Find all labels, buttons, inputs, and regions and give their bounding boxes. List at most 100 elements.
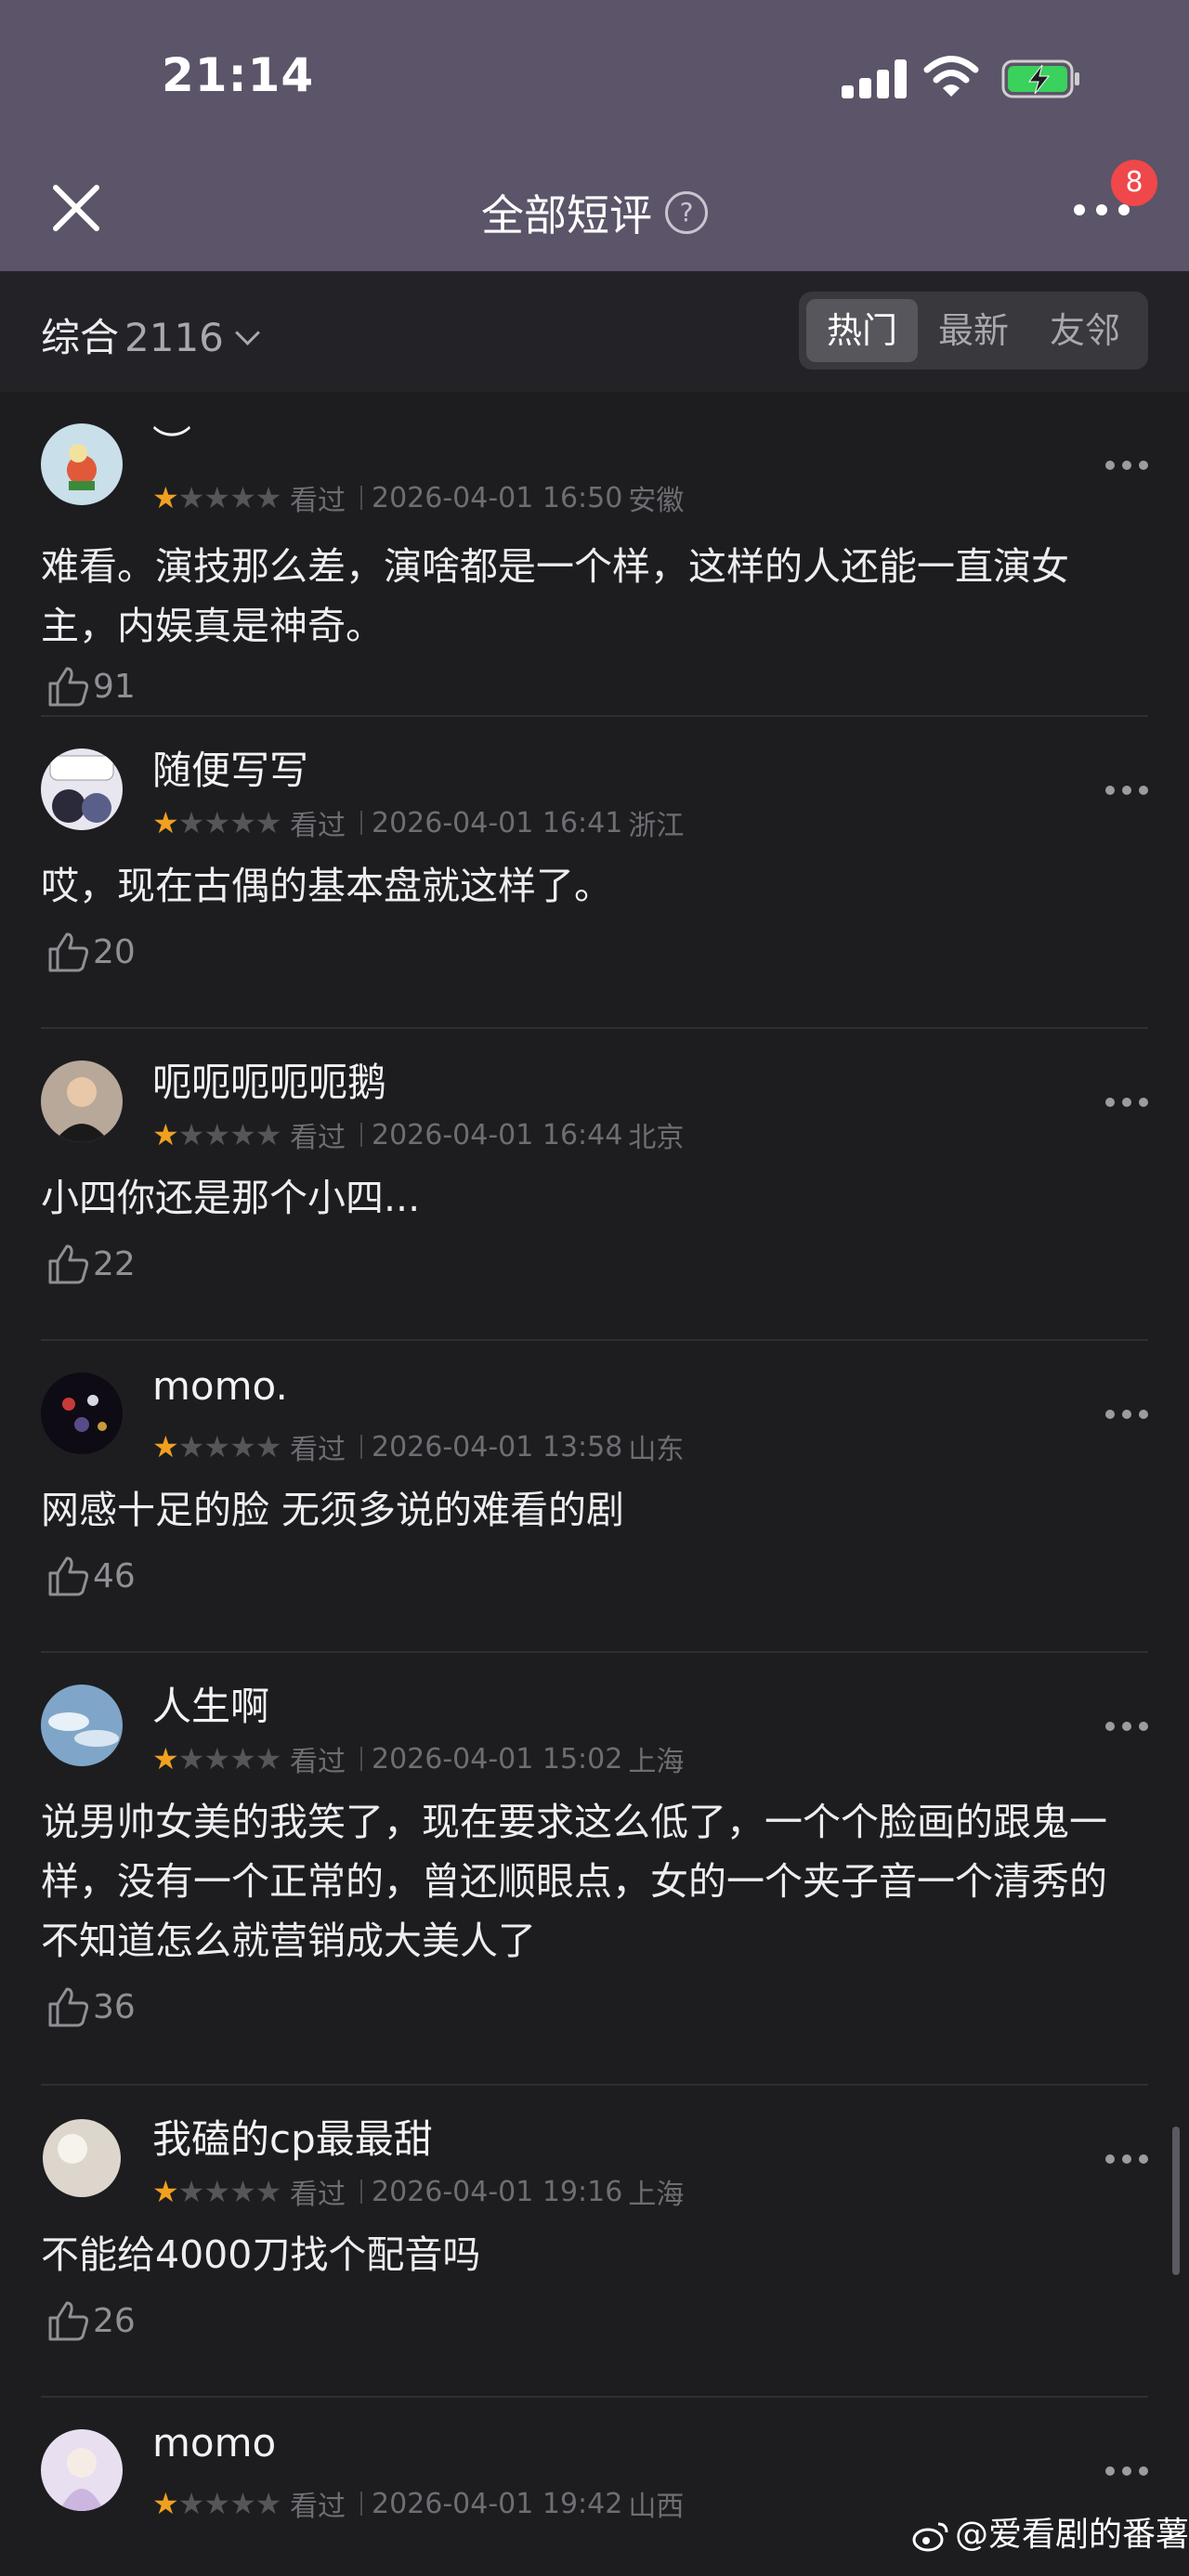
star-icon: ★ — [255, 2486, 282, 2521]
review-meta: ★★★★★ 看过 2026-04-01 16:44 北京 — [152, 1114, 689, 1155]
review-item: 我磕的cp最最甜 ★★★★★ 看过 2026-04-01 19:16 上海 不能给4… — [41, 2086, 1148, 2398]
username[interactable]: momo. — [152, 1363, 288, 1409]
notification-badge: 8 — [1111, 160, 1157, 206]
watch-status: 看过 — [289, 2491, 346, 2523]
username[interactable]: momo — [152, 2420, 276, 2465]
like-button[interactable]: 46 — [45, 1553, 136, 1599]
star-icon: ★ — [229, 2486, 256, 2521]
like-count: 36 — [93, 1987, 136, 2026]
star-icon: ★ — [177, 1429, 205, 1464]
thumbs-up-icon — [48, 932, 89, 972]
watch-status: 看过 — [289, 1746, 346, 1778]
username[interactable]: ︶ — [152, 414, 191, 471]
review-more-icon[interactable] — [1105, 2154, 1148, 2167]
thumbs-up-icon — [48, 1987, 89, 2027]
star-icon: ★ — [229, 805, 256, 840]
username[interactable]: 随便写写 — [152, 739, 308, 796]
review-location: 浙江 — [628, 810, 685, 842]
star-icon: ★ — [152, 2174, 179, 2209]
star-rating: ★★★★★ — [152, 1429, 281, 1464]
review-location: 北京 — [628, 1122, 685, 1154]
watermark: @爱看剧的番薯 — [912, 2507, 1189, 2556]
avatar[interactable] — [41, 748, 123, 830]
tab-hot[interactable]: 热门 — [806, 299, 918, 362]
star-icon: ★ — [229, 480, 256, 515]
status-time: 21:14 — [162, 48, 315, 102]
star-icon: ★ — [203, 1117, 230, 1152]
star-icon: ★ — [203, 480, 230, 515]
star-icon: ★ — [177, 1741, 205, 1776]
like-button[interactable]: 36 — [45, 1984, 136, 2030]
username[interactable]: 呃呃呃呃呃鹅 — [152, 1051, 386, 1108]
thumbs-up-icon — [48, 2301, 89, 2341]
review-location: 山东 — [628, 1434, 685, 1466]
review-meta: ★★★★★ 看过 2026-04-01 16:41 浙江 — [152, 802, 689, 843]
tab-group: 热门 最新 友邻 — [799, 292, 1148, 370]
battery-icon — [1001, 59, 1079, 98]
like-button[interactable]: 22 — [45, 1241, 136, 1287]
tab-friends[interactable]: 友邻 — [1029, 299, 1141, 362]
star-icon: ★ — [203, 2174, 230, 2209]
star-icon: ★ — [255, 1741, 282, 1776]
help-icon[interactable]: ? — [665, 191, 708, 234]
review-text: 不能给4000刀找个配音吗 — [41, 2232, 481, 2277]
review-location: 山西 — [628, 2491, 685, 2523]
review-location: 安徽 — [628, 485, 685, 517]
star-rating: ★★★★★ — [152, 2174, 281, 2209]
review-count: 2116 — [124, 315, 224, 360]
review-list: ︶ ★★★★★ 看过 2026-04-01 16:50 安徽 难看。演技那么差，演啥… — [0, 392, 1189, 2574]
star-icon: ★ — [255, 1429, 282, 1464]
like-button[interactable]: 91 — [45, 663, 136, 709]
review-more-icon[interactable] — [1105, 1098, 1148, 1111]
star-icon: ★ — [177, 1117, 205, 1152]
review-time: 2026-04-01 15:02 — [371, 1742, 623, 1776]
watch-status: 看过 — [289, 1434, 346, 1466]
username[interactable]: 我磕的cp最最甜 — [152, 2108, 433, 2165]
like-count: 46 — [93, 1556, 136, 1595]
star-icon: ★ — [203, 1429, 230, 1464]
thumbs-up-icon — [48, 1244, 89, 1284]
star-rating: ★★★★★ — [152, 2486, 281, 2521]
review-more-icon[interactable] — [1105, 2466, 1148, 2479]
star-icon: ★ — [229, 1117, 256, 1152]
star-icon: ★ — [203, 1741, 230, 1776]
review-more-icon[interactable] — [1105, 786, 1148, 799]
star-icon: ★ — [177, 480, 205, 515]
star-icon: ★ — [177, 2174, 205, 2209]
review-location: 上海 — [628, 2179, 685, 2211]
avatar[interactable] — [41, 423, 123, 505]
review-time: 2026-04-01 13:58 — [371, 1430, 623, 1464]
avatar[interactable] — [41, 1685, 123, 1766]
username[interactable]: 人生啊 — [152, 1675, 269, 1732]
tab-latest[interactable]: 最新 — [918, 299, 1029, 362]
thumbs-up-icon — [48, 1556, 89, 1596]
scrollbar[interactable] — [1172, 2127, 1180, 2275]
like-button[interactable]: 26 — [45, 2297, 136, 2344]
review-text: 哎，现在古偶的基本盘就这样了。 — [41, 864, 612, 908]
review-meta: ★★★★★ 看过 2026-04-01 16:50 安徽 — [152, 477, 689, 518]
avatar[interactable] — [41, 2117, 123, 2199]
like-count: 22 — [93, 1244, 136, 1283]
star-icon: ★ — [229, 1429, 256, 1464]
review-more-icon[interactable] — [1105, 1722, 1148, 1735]
like-button[interactable]: 20 — [45, 929, 136, 975]
avatar[interactable] — [41, 2429, 123, 2511]
star-icon: ★ — [152, 1429, 179, 1464]
avatar[interactable] — [41, 1373, 123, 1454]
review-meta: ★★★★★ 看过 2026-04-01 19:16 上海 — [152, 2171, 689, 2212]
review-text: 说男帅女美的我笑了，现在要求这么低了，一个个脸画的跟鬼一样，没有一个正常的，曾还… — [41, 1800, 1107, 1963]
review-more-icon[interactable] — [1105, 1410, 1148, 1423]
star-rating: ★★★★★ — [152, 1741, 281, 1776]
review-more-icon[interactable] — [1105, 461, 1148, 474]
review-time: 2026-04-01 16:50 — [371, 481, 623, 514]
review-location: 上海 — [628, 1746, 685, 1778]
star-icon: ★ — [152, 1741, 179, 1776]
watch-status: 看过 — [289, 810, 346, 842]
avatar[interactable] — [41, 1060, 123, 1142]
review-time: 2026-04-01 16:44 — [371, 1118, 623, 1151]
page-title: 全部短评 — [481, 190, 652, 241]
star-rating: ★★★★★ — [152, 1117, 281, 1152]
sort-dropdown[interactable]: 综合 2116 — [41, 306, 260, 363]
star-icon: ★ — [203, 805, 230, 840]
star-icon: ★ — [229, 1741, 256, 1776]
